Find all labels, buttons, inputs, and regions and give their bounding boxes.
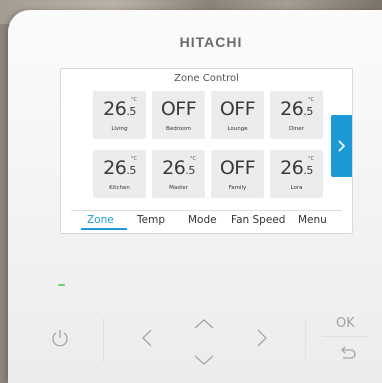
zone-name: Lounge [227,126,248,132]
menu-bar: Zone Temp Mode Fan Speed Menu [71,210,342,231]
zone-value: 26.5 [280,157,313,179]
zone-tile-kitchen[interactable]: 26.5 °C Kitchen [93,150,146,198]
zone-value: 26.5 [280,98,313,120]
brand-logo: HITACHI [179,34,243,50]
ok-back-separator [322,336,368,337]
ok-button[interactable]: OK [336,316,355,331]
zone-tile-living[interactable]: 26.5 °C Living [93,91,146,139]
arrow-right-icon [257,329,267,347]
zone-name: Lora [290,185,303,191]
zone-grid: 26.5 °C Living OFF Bedroom OFF Lounge 26… [93,91,333,209]
menu-menu[interactable]: Menu [298,214,327,226]
zone-value: OFF [219,157,256,179]
menu-temp[interactable]: Temp [137,214,165,226]
zone-unit: °C [190,156,196,162]
zone-value: OFF [219,98,256,120]
chevron-right-icon [338,140,346,152]
power-led [58,284,65,286]
zone-unit: °C [131,97,137,103]
zone-value: OFF [160,98,197,120]
back-button[interactable] [338,346,358,366]
zone-tile-diner[interactable]: 26.5 °C Diner [270,91,323,139]
divider-right [305,318,306,362]
menu-mode[interactable]: Mode [188,214,217,226]
zone-unit: °C [308,156,314,162]
active-menu-underline [81,228,127,230]
zone-name: Bedroom [166,126,191,132]
left-button[interactable] [141,328,153,352]
power-button[interactable] [50,328,70,354]
back-icon [341,346,356,359]
zone-tile-family[interactable]: OFF Family [211,150,264,198]
zone-name: Kitchen [109,185,130,191]
zone-tile-master[interactable]: 26.5 °C Master [152,150,205,198]
zone-value: 26.5 [103,157,136,179]
next-page-button[interactable] [331,115,352,177]
lcd-screen: Zone Control 26.5 °C Living OFF Bedroom … [60,68,353,234]
down-button[interactable] [193,351,215,370]
power-icon [52,330,68,347]
arrow-down-icon [194,355,214,365]
zone-name: Living [111,126,128,132]
arrow-up-icon [194,319,214,329]
zone-value: 26.5 [103,98,136,120]
divider-left [103,318,104,362]
right-button[interactable] [256,328,268,352]
up-button[interactable] [193,315,215,334]
zone-unit: °C [308,97,314,103]
zone-tile-bedroom[interactable]: OFF Bedroom [152,91,205,139]
zone-value: 26.5 [162,157,195,179]
arrow-left-icon [142,329,152,347]
screen-title: Zone Control [174,73,239,84]
zone-name: Diner [289,126,304,132]
menu-fan-speed[interactable]: Fan Speed [231,214,285,226]
zone-name: Family [228,185,247,191]
menu-zone[interactable]: Zone [87,214,114,226]
zone-name: Master [169,185,188,191]
zone-tile-lora[interactable]: 26.5 °C Lora [270,150,323,198]
zone-unit: °C [131,156,137,162]
zone-tile-lounge[interactable]: OFF Lounge [211,91,264,139]
